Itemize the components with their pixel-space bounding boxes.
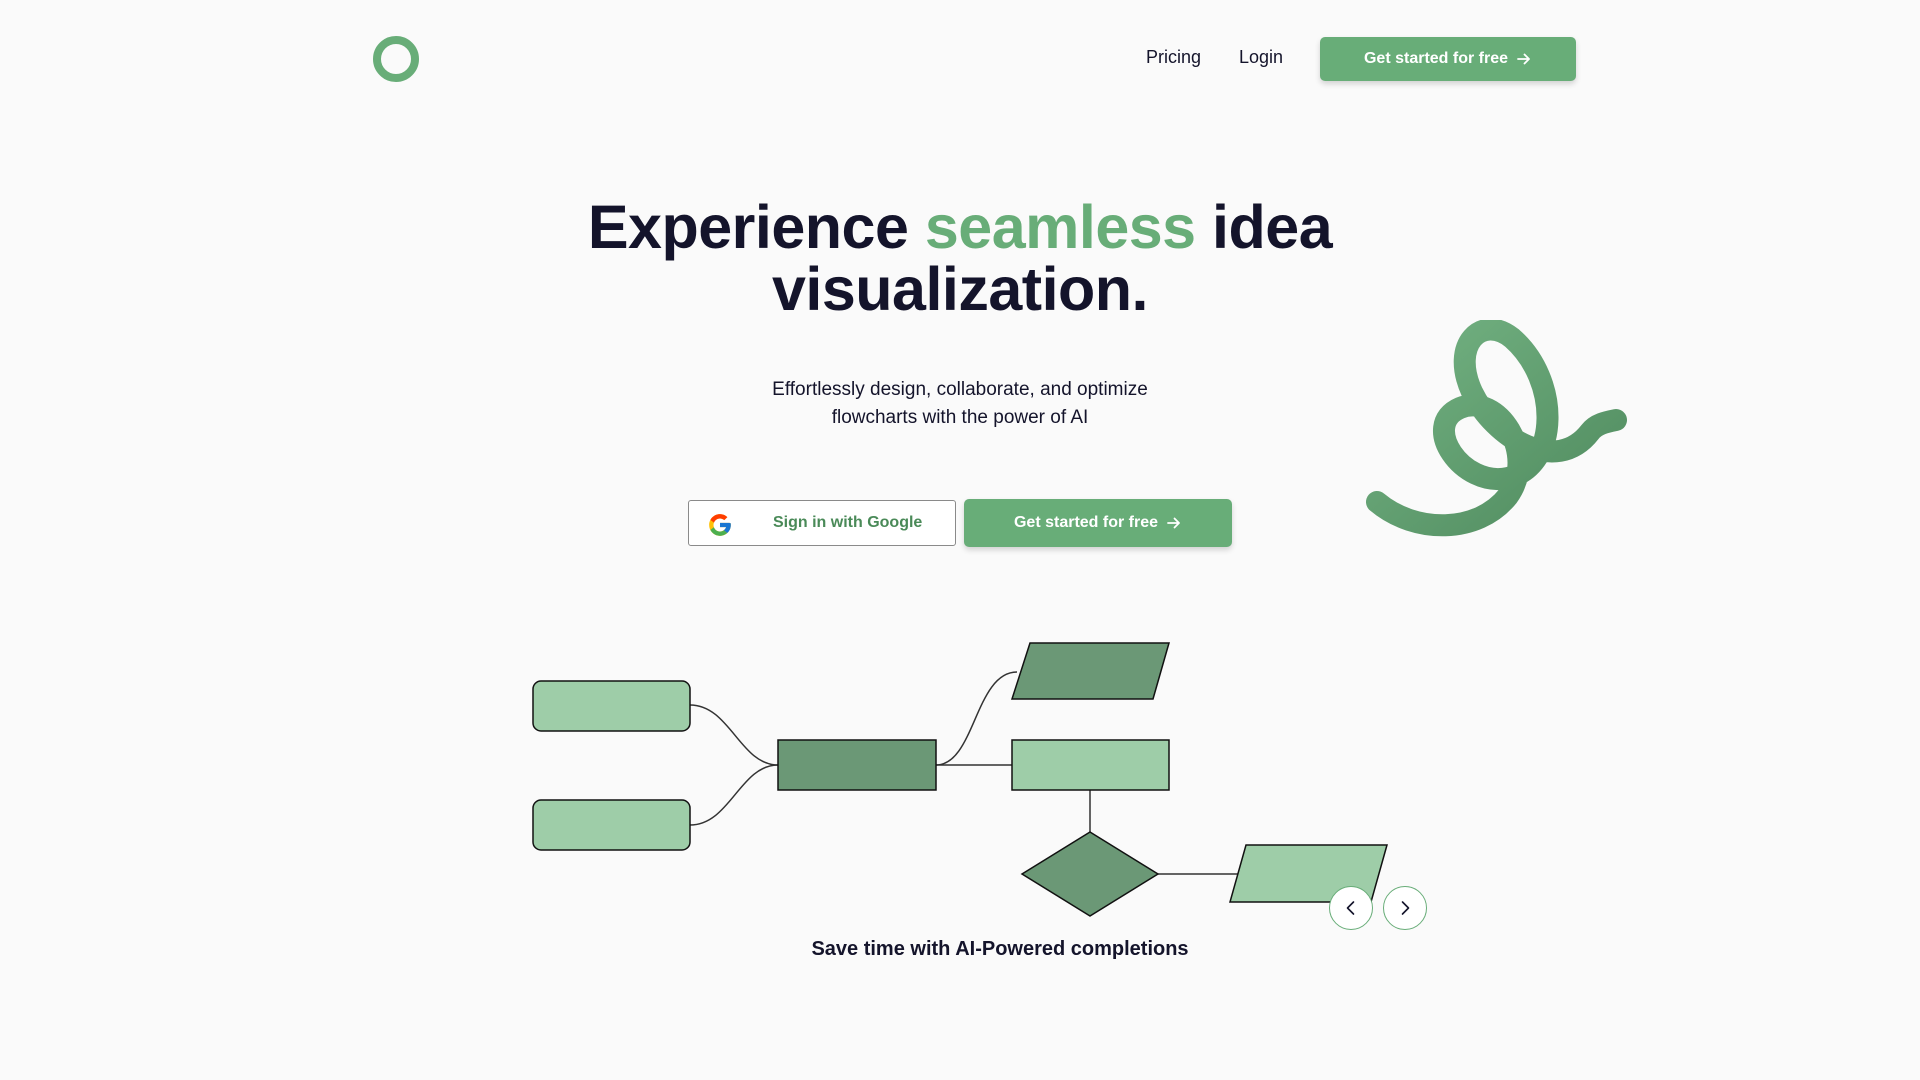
landing-page: Pricing Login Get started for free Exper…	[0, 0, 1920, 1080]
carousel-caption: Save time with AI-Powered completions	[811, 938, 1189, 960]
flow-node-process	[777, 739, 937, 791]
google-signin-button[interactable]: Sign in with Google	[688, 500, 956, 546]
flow-node-process	[1011, 739, 1170, 791]
hero-title-accent: seamless	[924, 193, 1196, 261]
chevron-left-icon	[1346, 901, 1355, 915]
hero-get-started-label: Get started for free	[1013, 514, 1159, 531]
spring-coil-icon	[1366, 320, 1627, 537]
ring-logo-icon[interactable]	[372, 35, 420, 83]
google-g-icon	[709, 514, 731, 536]
header-get-started-button[interactable]: Get started for free	[1320, 37, 1576, 81]
hero-get-started-button[interactable]: Get started for free	[964, 499, 1232, 547]
flow-node-decision	[1020, 831, 1160, 917]
header-get-started-label: Get started for free	[1363, 50, 1509, 67]
carousel-next-button[interactable]	[1383, 886, 1427, 930]
google-signin-label: Sign in with Google	[773, 514, 923, 531]
connector-line	[689, 764, 779, 826]
arrow-right-icon	[1517, 53, 1530, 65]
hero-title-before: Experience	[587, 193, 925, 261]
connector-line	[689, 704, 779, 766]
hero-title: Experience seamless idea visualization.	[0, 196, 1920, 320]
hero-subtitle-line2: flowcharts with the power of AI	[831, 407, 1089, 428]
nav-pricing-link[interactable]: Pricing	[1146, 47, 1201, 68]
chevron-right-icon	[1401, 901, 1410, 915]
carousel-prev-button[interactable]	[1329, 886, 1373, 930]
flow-node-rounded	[532, 680, 691, 732]
flow-node-rounded	[532, 799, 691, 851]
arrow-right-icon	[1167, 517, 1180, 529]
hero-title-after: idea	[1195, 193, 1333, 261]
hero-title-line2: visualization.	[771, 255, 1149, 323]
nav-login-link[interactable]: Login	[1239, 47, 1283, 68]
hero-subtitle-line1: Effortlessly design, collaborate, and op…	[772, 379, 1148, 400]
connector-line	[935, 671, 1018, 766]
flow-node-parallelogram	[1010, 642, 1170, 700]
